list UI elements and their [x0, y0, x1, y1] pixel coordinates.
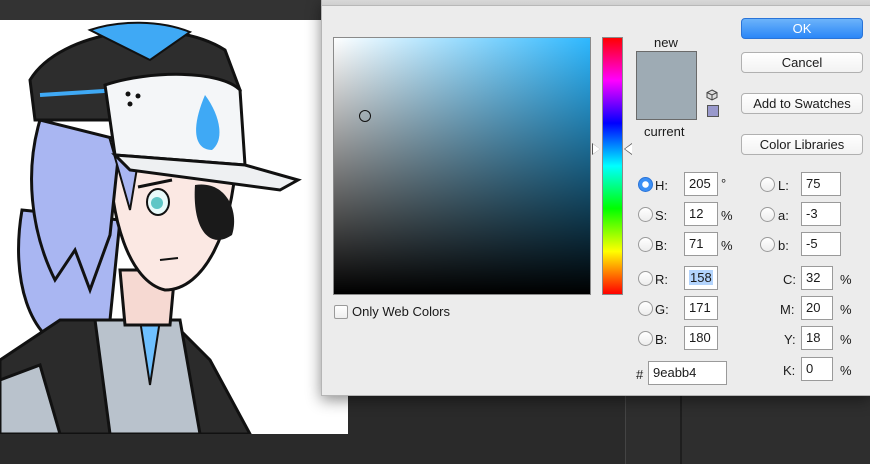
black-unit: %	[840, 363, 852, 378]
document-canvas[interactable]	[0, 20, 348, 434]
black-field[interactable]: 0	[801, 357, 833, 381]
blue-field[interactable]: 180	[684, 326, 718, 350]
red-label: R:	[655, 272, 668, 287]
color-field-marker[interactable]	[359, 110, 371, 122]
red-radio[interactable]	[638, 271, 653, 286]
only-web-colors-label[interactable]: Only Web Colors	[352, 304, 450, 319]
green-radio[interactable]	[638, 301, 653, 316]
saturation-radio[interactable]	[638, 207, 653, 222]
hue-slider-right-arrow[interactable]	[625, 144, 632, 154]
lab-b-radio[interactable]	[760, 237, 775, 252]
lab-b-label: b:	[778, 238, 789, 253]
brightness-field[interactable]: 71	[684, 232, 718, 256]
lab-a-field[interactable]: -3	[801, 202, 841, 226]
yellow-unit: %	[840, 332, 852, 347]
magenta-label: M:	[780, 302, 795, 317]
cyan-unit: %	[840, 272, 852, 287]
lab-l-field[interactable]: 75	[801, 172, 841, 196]
magenta-field[interactable]: 20	[801, 296, 833, 320]
ok-button[interactable]: OK	[741, 18, 863, 39]
color-preview-swatch	[636, 51, 697, 120]
panel-divider	[625, 395, 626, 464]
cyan-label: C:	[783, 272, 796, 287]
lab-l-radio[interactable]	[760, 177, 775, 192]
color-libraries-button[interactable]: Color Libraries	[741, 134, 863, 155]
new-color-label: new	[654, 35, 678, 50]
cancel-button[interactable]: Cancel	[741, 52, 863, 73]
cyan-field[interactable]: 32	[801, 266, 833, 290]
add-to-swatches-button[interactable]: Add to Swatches	[741, 93, 863, 114]
red-field-value: 158	[689, 270, 713, 285]
saturation-label: S:	[655, 208, 668, 223]
hue-field[interactable]: 205	[684, 172, 718, 196]
red-field[interactable]: 158	[684, 266, 718, 290]
yellow-label: Y:	[784, 332, 796, 347]
saturation-field[interactable]: 12	[684, 202, 718, 226]
brightness-unit: %	[721, 238, 733, 253]
hue-slider[interactable]	[602, 37, 623, 295]
hue-slider-left-arrow[interactable]	[593, 144, 600, 154]
magenta-unit: %	[840, 302, 852, 317]
green-field[interactable]: 171	[684, 296, 718, 320]
brightness-radio[interactable]	[638, 237, 653, 252]
panel-divider	[680, 395, 682, 464]
lab-l-label: L:	[778, 178, 789, 193]
hex-label: #	[636, 367, 644, 382]
current-color-swatch[interactable]	[637, 85, 696, 119]
websafe-cube-icon[interactable]	[707, 105, 719, 117]
current-color-label: current	[644, 124, 685, 139]
color-picker-dialog: new current OK Cancel Add to Swatches Co…	[321, 0, 870, 396]
blue-radio[interactable]	[638, 331, 653, 346]
hue-radio[interactable]	[638, 177, 653, 192]
lab-b-field[interactable]: -5	[801, 232, 841, 256]
black-label: K:	[783, 363, 796, 378]
lab-a-label: a:	[778, 208, 789, 223]
blue-label: B:	[655, 332, 668, 347]
saturation-unit: %	[721, 208, 733, 223]
hue-label: H:	[655, 178, 668, 193]
character-illustration	[0, 21, 302, 434]
lab-a-radio[interactable]	[760, 207, 775, 222]
hex-field[interactable]: 9eabb4	[648, 361, 727, 385]
cube-icon[interactable]	[706, 89, 718, 101]
only-web-colors-checkbox[interactable]	[334, 305, 348, 319]
app-panel-bottom	[625, 395, 870, 464]
color-field[interactable]	[333, 37, 591, 295]
brightness-label: B:	[655, 238, 668, 253]
yellow-field[interactable]: 18	[801, 326, 833, 350]
green-label: G:	[655, 302, 669, 317]
new-color-swatch	[637, 52, 696, 86]
dialog-titlebar[interactable]	[322, 0, 870, 6]
hue-unit: °	[721, 176, 727, 191]
